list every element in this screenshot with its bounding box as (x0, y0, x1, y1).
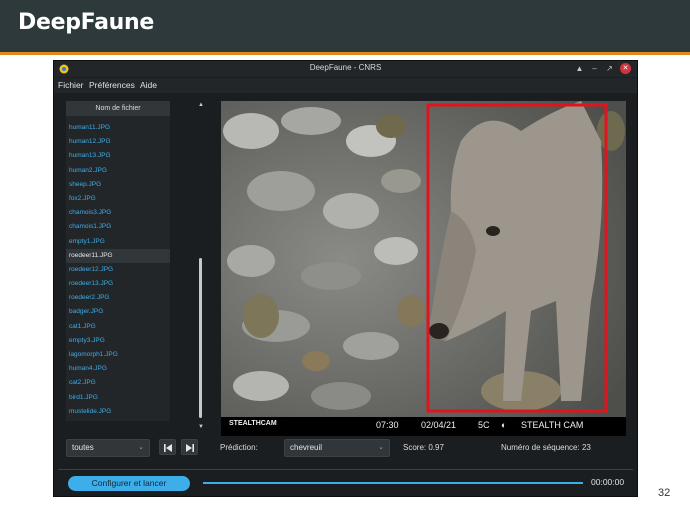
file-list-item[interactable]: lagomorph1.JPG (66, 348, 170, 362)
moon-phase-icon: ◐ (501, 420, 507, 430)
menu-aide[interactable]: Aide (140, 80, 157, 90)
menu-preferences[interactable]: Préférences (89, 80, 135, 90)
file-list-item[interactable]: fox2.JPG (66, 192, 170, 206)
camera-osd-strip: STEALTHCAM 07:30 02/04/21 5C ◐ STEALTH C… (221, 417, 626, 436)
slide-header-rule (0, 52, 690, 55)
file-list-item[interactable]: human4.JPG (66, 362, 170, 376)
menubar: Fichier Préférences Aide (54, 78, 637, 93)
file-list-item[interactable]: human12.JPG (66, 135, 170, 149)
osd-brand-left: STEALTHCAM (229, 420, 277, 427)
window-title: DeepFaune - CNRS (309, 63, 382, 72)
file-list-item[interactable]: empty3.JPG (66, 334, 170, 348)
scroll-up-arrow-icon[interactable]: ▲ (197, 101, 205, 109)
file-list-item[interactable]: roedeer2.JPG (66, 291, 170, 305)
file-list: human11.JPG human12.JPG human13.JPG human2.… (66, 121, 170, 419)
osd-date: 02/04/21 (421, 420, 457, 430)
prediction-select[interactable]: chevreuil ⌄ (284, 439, 390, 457)
skip-next-icon (186, 444, 194, 452)
file-list-item[interactable]: empty1.JPG (66, 235, 170, 249)
file-list-item[interactable]: human2.JPG (66, 164, 170, 178)
file-list-item[interactable]: roedeer11.JPG (66, 248, 170, 263)
file-list-item[interactable]: mustelide.JPG (66, 405, 170, 419)
slide-title: DeepFaune (18, 10, 154, 35)
file-list-item[interactable]: cat1.JPG (66, 320, 170, 334)
chevron-down-icon: ⌄ (378, 444, 384, 451)
osd-temperature: 5C (478, 420, 490, 430)
file-list-item[interactable]: chamois3.JPG (66, 206, 170, 220)
sequence-number-text: Numéro de séquence: 23 (501, 443, 591, 452)
next-image-button[interactable] (181, 439, 198, 455)
prediction-select-value: chevreuil (290, 443, 323, 452)
filter-select-value: toutes (72, 443, 94, 452)
configure-and-run-button[interactable]: Configurer et lancer (68, 476, 190, 491)
scroll-down-arrow-icon[interactable]: ▼ (197, 423, 205, 431)
minimize-icon[interactable]: – (589, 63, 600, 74)
elapsed-time: 00:00:00 (591, 477, 625, 487)
maximize-icon[interactable]: ↗ (604, 63, 615, 74)
file-list-item[interactable]: badger.JPG (66, 305, 170, 319)
bottom-bar: Configurer et lancer 00:00:00 (58, 469, 633, 494)
osd-time: 07:30 (376, 420, 399, 430)
file-list-header[interactable]: Nom de fichier (66, 101, 170, 116)
close-icon[interactable]: ✕ (620, 63, 631, 74)
camera-trap-photo (221, 101, 626, 417)
score-text: Score: 0.97 (403, 443, 444, 452)
scrollbar-thumb[interactable] (199, 258, 202, 418)
chevron-down-icon: ⌄ (138, 444, 144, 451)
progress-bar (203, 482, 583, 484)
file-list-item[interactable]: roedeer12.JPG (66, 263, 170, 277)
file-list-scrollbar[interactable]: ▲ ▼ (197, 101, 205, 431)
file-list-item[interactable]: chamois1.JPG (66, 220, 170, 234)
file-list-item[interactable]: cat2.JPG (66, 376, 170, 390)
window-titlebar: DeepFaune - CNRS ▲ – ↗ ✕ (54, 61, 637, 77)
skip-previous-icon (164, 444, 172, 452)
filter-select[interactable]: toutes ⌄ (66, 439, 150, 457)
osd-brand-right: STEALTH CAM (521, 420, 584, 430)
keep-above-icon[interactable]: ▲ (574, 63, 585, 74)
file-list-item[interactable]: roedeer13.JPG (66, 277, 170, 291)
image-viewer: STEALTHCAM 07:30 02/04/21 5C ◐ STEALTH C… (221, 101, 626, 436)
file-list-item[interactable]: human11.JPG (66, 121, 170, 135)
prediction-label: Prédiction: (220, 443, 258, 452)
previous-image-button[interactable] (159, 439, 176, 455)
presentation-slide: DeepFaune DeepFaune - CNRS ▲ – ↗ ✕ Fichi… (0, 0, 690, 517)
slide-page-number: 32 (658, 487, 671, 499)
slide-header: DeepFaune (0, 0, 690, 52)
menu-fichier[interactable]: Fichier (58, 80, 84, 90)
controls-row: toutes ⌄ Prédiction: chevreuil ⌄ Score: … (54, 437, 637, 461)
file-list-item[interactable]: sheep.JPG (66, 178, 170, 192)
file-list-item[interactable]: bird1.JPG (66, 391, 170, 405)
file-list-panel: Nom de fichier human11.JPG human12.JPG hum… (66, 101, 170, 421)
deepfaune-window: DeepFaune - CNRS ▲ – ↗ ✕ Fichier Préfére… (53, 60, 638, 497)
file-list-item[interactable]: human13.JPG (66, 149, 170, 163)
